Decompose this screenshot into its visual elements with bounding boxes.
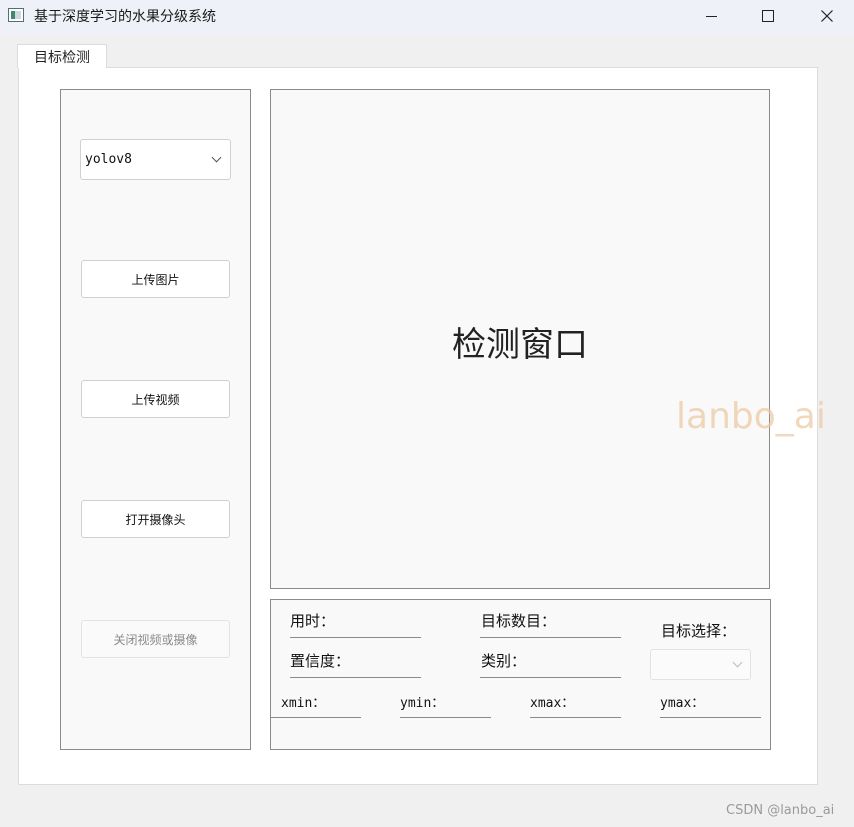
- target-select-label: 目标选择：: [661, 622, 737, 640]
- time-label: 用时：: [290, 612, 336, 630]
- ymax-value-field: [660, 717, 761, 718]
- class-value-field: [480, 677, 621, 678]
- time-value-field: [290, 637, 421, 638]
- title-bar[interactable]: 基于深度学习的水果分级系统: [0, 0, 854, 34]
- watermark-overlay: lanbo_ai: [676, 396, 826, 437]
- app-icon: [8, 8, 24, 22]
- watermark-footer: CSDN @lanbo_ai: [726, 803, 835, 818]
- window-title: 基于深度学习的水果分级系统: [34, 9, 216, 25]
- xmax-label: xmax：: [530, 696, 575, 711]
- tab-object-detection[interactable]: 目标检测: [17, 44, 107, 68]
- open-camera-button[interactable]: 打开摄像头: [81, 500, 230, 538]
- chevron-down-icon: [732, 657, 743, 668]
- upload-video-button[interactable]: 上传视频: [81, 380, 230, 418]
- xmin-value-field: [270, 717, 361, 718]
- confidence-value-field: [290, 677, 421, 678]
- close-icon: [821, 10, 833, 22]
- ymin-label: ymin：: [400, 696, 445, 711]
- class-label: 类别：: [481, 652, 527, 670]
- maximize-icon: [762, 10, 774, 22]
- detection-display-label: 检测窗口: [452, 325, 588, 365]
- close-video-camera-button[interactable]: 关闭视频或摄像: [81, 620, 230, 658]
- model-select-value: yolov8: [85, 152, 132, 167]
- xmax-value-field: [530, 717, 621, 718]
- chevron-down-icon: [211, 152, 222, 163]
- minimize-button[interactable]: [688, 0, 734, 32]
- ymax-label: ymax：: [660, 696, 705, 711]
- target-select[interactable]: [650, 649, 751, 680]
- xmin-label: xmin：: [281, 696, 326, 711]
- target-count-label: 目标数目：: [481, 612, 557, 630]
- close-window-button[interactable]: [804, 0, 850, 32]
- target-count-value-field: [480, 637, 621, 638]
- upload-image-button[interactable]: 上传图片: [81, 260, 230, 298]
- maximize-button[interactable]: [745, 0, 791, 32]
- confidence-label: 置信度：: [290, 652, 351, 670]
- minimize-icon: [705, 15, 717, 17]
- ymin-value-field: [400, 717, 491, 718]
- model-select[interactable]: yolov8: [80, 139, 231, 180]
